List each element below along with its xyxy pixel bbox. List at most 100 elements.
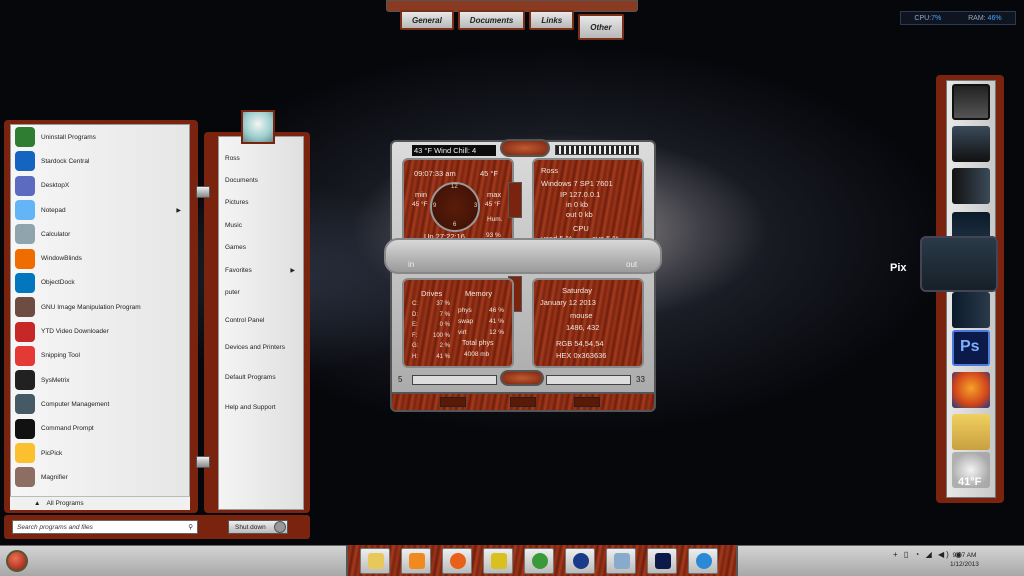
taskbar-button[interactable] (360, 548, 390, 574)
chrome-icon (532, 553, 548, 569)
program-item[interactable]: GNU Image Manipulation Program (11, 295, 189, 319)
program-label: Calculator (41, 230, 71, 238)
program-item[interactable]: WindowBlinds (11, 246, 189, 270)
folder-icon[interactable] (952, 168, 990, 204)
taskbar-date: 1/12/2013 (950, 561, 979, 568)
drive-usage: 37 % (436, 301, 450, 307)
all-programs-button[interactable]: ▲ All Programs (10, 496, 190, 510)
program-item[interactable]: PicPick (11, 441, 189, 465)
search-input[interactable]: Search programs and files ⚲ (12, 520, 198, 534)
internet-explorer-icon (696, 553, 712, 569)
taskbar-button[interactable] (647, 548, 677, 574)
places-label: Favorites (225, 266, 252, 274)
total-phys-label: Total phys (462, 340, 494, 347)
hinge-icon (196, 456, 210, 468)
program-item[interactable]: DesktopX (11, 174, 189, 198)
memory-key: virt (458, 329, 467, 336)
taskbar-button[interactable] (524, 548, 554, 574)
documents-folder-icon[interactable] (952, 414, 990, 450)
drive-row: D: 7 % (412, 310, 450, 321)
program-item[interactable]: Uninstall Programs (11, 125, 189, 149)
clock-number: 3 (474, 203, 478, 209)
places-item[interactable]: Control Panel (219, 310, 303, 332)
shutdown-options-icon[interactable] (274, 521, 286, 533)
taskbar-button[interactable] (565, 548, 595, 574)
drive-letter: G: (412, 343, 419, 349)
program-item[interactable]: SysMetrix (11, 368, 189, 392)
cpu-meter: CPU:7% (914, 15, 941, 22)
places-item[interactable]: puter (219, 281, 303, 303)
places-item[interactable]: Documents (219, 169, 303, 191)
program-item[interactable]: Command Prompt (11, 417, 189, 441)
program-item[interactable]: ObjectDock (11, 271, 189, 295)
memory-value: 41 % (489, 318, 504, 325)
tab-other[interactable]: Other (578, 14, 624, 40)
widget-bottom-knob[interactable] (500, 370, 544, 386)
pause-button[interactable] (510, 397, 536, 407)
shutdown-label: Shut down (235, 523, 266, 531)
drive-usage: 0 % (439, 322, 450, 328)
taskbar-button[interactable] (401, 548, 431, 574)
right-slider[interactable] (546, 375, 631, 385)
program-item[interactable]: Calculator (11, 222, 189, 246)
places-item[interactable]: Help and Support (219, 392, 303, 422)
photoshop-icon[interactable]: Ps (952, 330, 990, 366)
places-item[interactable]: Ross (219, 147, 303, 169)
min-label: min (415, 190, 428, 199)
computer-icon[interactable] (952, 126, 990, 162)
firefox-icon[interactable] (952, 372, 990, 408)
widget-middle-bar (384, 238, 662, 274)
program-label: Uninstall Programs (41, 133, 96, 141)
total-phys-value: 4008 mb (464, 351, 490, 358)
prev-button[interactable] (440, 397, 466, 407)
places-item[interactable]: Games (219, 237, 303, 259)
places-item[interactable]: Pictures (219, 192, 303, 214)
search-icon[interactable]: ⚲ (188, 523, 193, 531)
tab-general[interactable]: General (400, 10, 454, 30)
taskbar-button[interactable] (688, 548, 718, 574)
photoshop-icon (655, 553, 671, 569)
program-item[interactable]: Stardock Central (11, 149, 189, 173)
memory-list: phys 46 % swap 41 % virt 12 % (458, 305, 504, 338)
slider-low-value: 5 (398, 375, 403, 384)
program-label: GNU Image Manipulation Program (41, 303, 141, 311)
program-label: Notepad (41, 206, 66, 214)
start-menu-program-list: Uninstall Programs Stardock Central Deskto… (10, 124, 190, 510)
monitor-icon[interactable] (952, 84, 990, 120)
program-item[interactable]: YTD Video Downloader (11, 319, 189, 343)
start-button[interactable] (6, 550, 28, 572)
program-item[interactable]: Snipping Tool (11, 344, 189, 368)
pix-camera-icon[interactable] (920, 236, 998, 292)
taskbar-clock[interactable]: 9:07 AM 1/12/2013 (950, 551, 979, 569)
command-prompt-icon (15, 418, 35, 439)
places-item[interactable]: Music (219, 214, 303, 236)
notepad-icon (15, 200, 35, 221)
picpick-icon (15, 443, 35, 463)
taskbar-button[interactable] (483, 548, 513, 574)
next-button[interactable] (574, 397, 600, 407)
folder-dark-icon[interactable] (952, 292, 990, 328)
taskbar-button[interactable] (606, 548, 636, 574)
places-label: Default Programs (225, 373, 276, 381)
left-slider[interactable] (412, 375, 497, 385)
tab-documents[interactable]: Documents (457, 10, 526, 30)
places-item[interactable]: Default Programs (219, 362, 303, 392)
taskbar-button[interactable] (442, 548, 472, 574)
user-avatar[interactable] (241, 110, 275, 144)
program-item[interactable]: Notepad ▶ (11, 198, 189, 222)
places-item[interactable]: Favorites ▶ (219, 259, 303, 281)
all-programs-arrow-icon: ▲ (34, 500, 41, 507)
drive-letter: F: (412, 332, 418, 339)
ram-value: 46% (987, 14, 1002, 22)
drive-row: F: 100 % (412, 331, 450, 342)
places-item[interactable]: Devices and Printers (219, 332, 303, 362)
gimp-icon (15, 297, 35, 318)
places-label: Ross (225, 154, 240, 162)
rgb-value: RGB 54,54,54 (556, 339, 604, 348)
widget-top-knob[interactable] (500, 139, 550, 157)
program-item[interactable]: Computer Management (11, 392, 189, 416)
tab-links[interactable]: Links (529, 10, 575, 30)
drive-letter: H: (412, 353, 418, 360)
program-item[interactable]: Magnifier (11, 465, 189, 489)
stardock-icon (15, 151, 35, 172)
